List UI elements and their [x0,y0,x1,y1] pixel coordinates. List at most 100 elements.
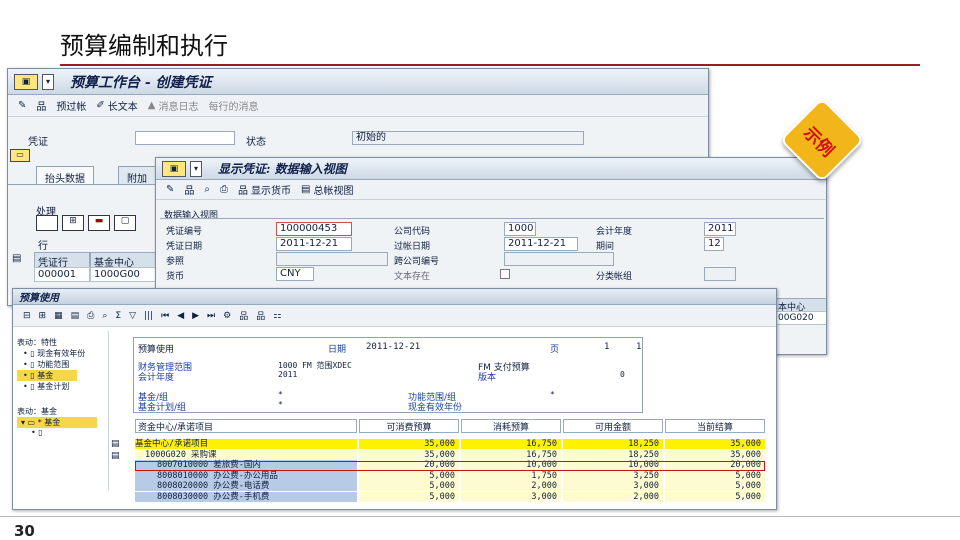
col-header-available[interactable]: 可用金额 [563,419,663,433]
new-row-icon[interactable] [36,215,58,231]
voucher-field[interactable] [135,131,235,145]
nav-item-func-area[interactable]: • ▯ 功能范围 [17,359,108,370]
expand-icon[interactable]: ▤ [111,451,120,461]
doc-no-label: 凭证编号 [166,227,203,237]
period-field[interactable]: 12 [704,237,724,251]
report-row[interactable]: 8008030000 办公费-手机费 5,000 3,000 2,000 5,000 [135,491,765,502]
highlight-box [135,461,765,471]
last-page-icon[interactable]: ⏭ [207,311,215,321]
message-log-button[interactable]: ▲ 消息日志 [148,98,199,113]
copy-row-icon[interactable]: ▢ [114,215,136,231]
func-area-value: * [550,390,555,399]
table-icon[interactable]: ▤ [71,311,80,321]
nav-item-all-funds[interactable]: ▾ ▭ * 基金 [17,417,97,428]
report-row[interactable]: 1000G020 采购课 35,000 16,750 18,250 35,000 [135,449,765,460]
navigation-panel: 表动：特性 • ▯ 现金有效年份 • ▯ 功能范围 • ▯ 基金 • ▯ 基金计… [17,331,109,491]
nav-item-fund[interactable]: • ▯ 基金 [17,370,77,381]
col-header-spendable[interactable]: 可消费预算 [359,419,459,433]
folder-icon[interactable]: ▭ [10,149,30,162]
group-title: 数据输入视图 [164,211,219,221]
window-titlebar: 预算使用 [13,289,776,305]
cross-company-field[interactable] [504,252,614,266]
report-row[interactable]: 8008010000 办公费-办公用品 5,000 1,750 3,250 5,000 [135,470,765,481]
layout-icon[interactable]: ⊟ [23,311,31,321]
report-header: 预算使用 日期 2011-12-21 页 1 1 财务管理范围 1000 FM … [133,337,643,413]
currency-field[interactable]: CNY [276,267,314,281]
nav-item-cash-year[interactable]: • ▯ 现金有效年份 [17,348,108,359]
search-icon[interactable]: ⌕ [204,184,210,195]
text-exists-label: 文本存在 [394,272,431,282]
grid-cell-row[interactable]: 000001 [34,267,90,282]
show-currency-button[interactable]: 品显示货币 [238,182,291,197]
window-titlebar: ▣ ▾ 显示凭证: 数据输入视图 [156,158,826,180]
first-page-icon[interactable]: ⏮ [161,311,169,321]
cocode-field[interactable]: 1000 [504,222,536,236]
budget-usage-window[interactable]: 预算使用 ⊟ ⊞ ▦ ▤ ⎙ ⌕ Σ ▽ ||| ⏮ ◀ ▶ ⏭ ⚙ 品 品 ⚏… [12,288,777,510]
tree-icon[interactable]: 品 [184,182,194,197]
currency-label: 货币 [166,272,185,282]
row-value: 5,000 [359,481,459,491]
print-icon[interactable]: ⎙ [220,184,228,195]
window-titlebar: ▣ ▾ 预算工作台 - 创建凭证 [8,69,708,95]
page-total: 1 [636,342,642,352]
col-header-current[interactable]: 当前结算 [665,419,765,433]
ledger-group-label: 分类帐组 [596,272,633,282]
nav-header-fund: 表动：基金 [17,407,57,416]
tab-additional[interactable]: 附加 [118,166,156,185]
expand-icon[interactable]: ▤ [111,439,120,449]
next-page-icon[interactable]: ▶ [192,311,199,321]
grid-select-icon[interactable]: ▤ [12,253,21,264]
export-icon[interactable]: ▽ [129,311,136,321]
row-value: 16,750 [461,449,561,460]
doc-no-field[interactable]: 100000453 [276,222,352,236]
sap-menu-icon[interactable]: ▣ [14,73,38,90]
hierarchy-icon[interactable]: 品 [239,309,248,322]
dropdown-icon[interactable]: ▾ [190,160,202,177]
fund-center-cell: 00G020 [774,311,826,325]
grid-cell-fund-center[interactable]: 1000G00 [90,267,156,282]
tree-icon[interactable]: 品 [256,309,265,322]
ledger-group-field[interactable] [704,267,736,281]
edit-icon[interactable]: ✎ [166,184,174,195]
check-icon[interactable]: ✎ [18,100,26,111]
delete-row-icon[interactable]: ▬ [88,215,110,231]
sort-icon[interactable]: ▦ [54,311,63,321]
print-icon[interactable]: ⎙ [87,311,94,321]
column-icon[interactable]: ||| [144,311,153,321]
row-value: 35,000 [359,439,459,449]
doc-date-field[interactable]: 2011-12-21 [276,237,352,251]
log-icon: ▲ [147,100,156,111]
currency-icon: 品 [238,186,248,197]
nav-item-fund-plan[interactable]: • ▯ 基金计划 [17,381,108,392]
post-button[interactable]: 预过帐 [56,98,86,113]
ledger-view-button[interactable]: ▤ 总帐视图 [301,182,353,197]
hierarchy-icon[interactable]: 品 [36,98,46,113]
date-label: 日期 [328,345,347,355]
sap-menu-icon[interactable]: ▣ [162,160,186,177]
dropdown-icon[interactable]: ▾ [42,73,54,90]
title-rule [60,64,920,66]
settings-icon[interactable]: ⚙ [223,311,231,321]
filter-icon[interactable]: ⊞ [39,311,47,321]
fiscal-year-field[interactable]: 2011 [704,222,736,236]
prev-page-icon[interactable]: ◀ [177,311,184,321]
col-header-consumed[interactable]: 消耗预算 [461,419,561,433]
sum-icon[interactable]: Σ [115,311,121,321]
search-icon[interactable]: ⌕ [102,311,107,321]
edit-icon: ✐ [96,100,105,111]
col-header-item[interactable]: 资金中心/承诺项目 [135,419,357,433]
report-row[interactable]: 基金中心/承诺项目 35,000 16,750 18,250 35,000 [135,439,765,449]
text-exists-checkbox[interactable] [500,269,510,279]
cash-year-label: 现金有效年份 [408,403,463,413]
graph-icon[interactable]: ⚏ [273,311,281,321]
report-row[interactable]: 8008020000 办公费-电话费 5,000 2,000 3,000 5,000 [135,481,765,491]
tab-header-data[interactable]: 抬头数据 [36,166,94,185]
insert-row-icon[interactable]: ⊞ [62,215,84,231]
ref-field[interactable] [276,252,388,266]
nav-item-leaf[interactable]: • ▯ [17,428,108,437]
long-text-button[interactable]: ✐ 长文本 [96,98,137,113]
post-date-field[interactable]: 2011-12-21 [504,237,578,251]
application-toolbar: ✎ 品 ⌕ ⎙ 品显示货币 ▤ 总帐视图 [156,180,826,200]
row-message-button[interactable]: 每行的消息 [208,98,258,113]
row-item: 8008020000 办公费-电话费 [135,481,357,491]
